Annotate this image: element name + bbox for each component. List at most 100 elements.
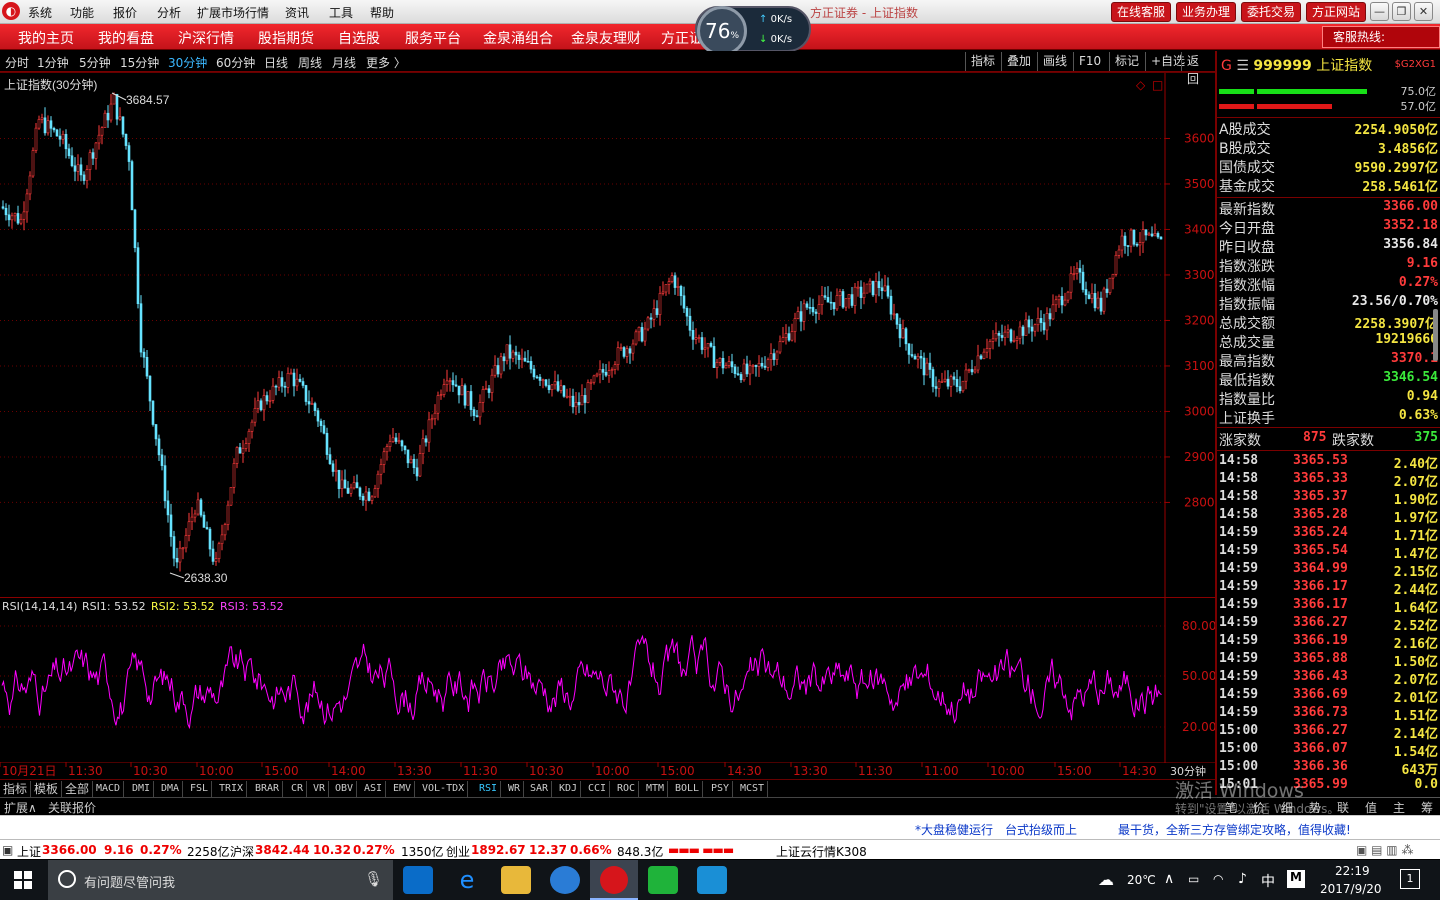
diamond-icon[interactable]: ◇ — [1136, 78, 1146, 92]
m-app-icon[interactable]: M — [1287, 870, 1305, 888]
menu-help[interactable]: 帮助 — [370, 4, 394, 21]
speed-gauge[interactable]: 76% ↑ 0K/s ↓ 0K/s — [695, 6, 811, 56]
tool-draw[interactable]: 画线 — [1037, 52, 1072, 71]
volume-icon[interactable]: ♪ — [1238, 871, 1247, 887]
business-button[interactable]: 业务办理 — [1176, 2, 1237, 22]
minimize-icon[interactable]: — — [1370, 2, 1389, 21]
period-tab-5min[interactable]: 5分钟 — [79, 54, 111, 71]
nav-futures[interactable]: 股指期货 — [258, 28, 314, 48]
tool-indicator[interactable]: 指标 — [965, 52, 1000, 71]
candlestick-chart[interactable]: 3600 3500 3400 3300 3200 3100 3000 2900 2800 上证指… — [0, 72, 1215, 598]
indicator-tab[interactable]: 全部 — [62, 781, 94, 797]
weather-icon[interactable]: ☁ — [1098, 870, 1114, 889]
clock-time[interactable]: 22:19 — [1335, 864, 1370, 878]
edge-icon[interactable]: e — [452, 866, 482, 894]
menu-function[interactable]: 功能 — [70, 4, 94, 21]
indicator-tab[interactable]: VOL-TDX — [419, 781, 469, 797]
menu-system[interactable]: 系统 — [28, 4, 52, 21]
period-tab-60min[interactable]: 60分钟 — [216, 54, 255, 71]
period-tab-30min[interactable]: 30分钟 — [168, 54, 207, 71]
menu-lines-icon[interactable]: ☰ — [1236, 58, 1249, 74]
indicator-tab[interactable]: ROC — [614, 781, 640, 797]
nav-watch[interactable]: 我的看盘 — [98, 28, 154, 48]
period-tab-week[interactable]: 周线 — [298, 54, 322, 71]
close-icon[interactable]: ✕ — [1414, 2, 1433, 21]
microphone-icon[interactable]: 🎙 — [364, 870, 383, 888]
battery-icon[interactable]: ▭ — [1188, 872, 1199, 886]
indicator-tab[interactable]: EMV — [390, 781, 416, 797]
indicator-tab[interactable]: WR — [505, 781, 525, 797]
tool-mark[interactable]: 标记 — [1109, 52, 1144, 71]
menu-news[interactable]: 资讯 — [285, 4, 309, 21]
start-icon[interactable] — [14, 871, 32, 889]
indicator-tab[interactable]: 指标 — [0, 781, 32, 797]
indicator-tab[interactable]: DMI — [129, 781, 155, 797]
folder-icon[interactable]: ▣ — [2, 843, 13, 857]
window-toggle-icon[interactable]: □ — [1152, 78, 1163, 92]
nav-services[interactable]: 服务平台 — [405, 28, 461, 48]
indicator-tab[interactable]: KDJ — [556, 781, 582, 797]
panel-tab[interactable]: 值 — [1365, 799, 1377, 816]
clock-date[interactable]: 2017/9/20 — [1320, 882, 1382, 896]
tool-back[interactable]: 返回 — [1181, 52, 1215, 86]
menu-quote[interactable]: 报价 — [113, 4, 137, 21]
indicator-tab[interactable]: OBV — [332, 781, 358, 797]
explorer-icon[interactable] — [501, 866, 531, 894]
indicator-tab[interactable]: VR — [310, 781, 330, 797]
notification-icon[interactable]: 1 — [1400, 869, 1420, 889]
w-app-icon[interactable] — [697, 866, 727, 894]
nav-market[interactable]: 沪深行情 — [178, 28, 234, 48]
indicator-tab[interactable]: MTM — [643, 781, 669, 797]
news-item-2[interactable]: 最干货，全新三方存管绑定攻略，值得收藏! — [1118, 821, 1351, 838]
trade-button[interactable]: 委托交易 — [1241, 2, 1302, 22]
menu-analysis[interactable]: 分析 — [157, 4, 181, 21]
period-tab-1min[interactable]: 1分钟 — [37, 54, 69, 71]
indicator-tab[interactable]: DMA — [158, 781, 184, 797]
indicator-tab[interactable]: SAR — [527, 781, 553, 797]
nav-watchlist[interactable]: 自选股 — [338, 28, 380, 48]
indicator-tab[interactable]: TRIX — [216, 781, 248, 797]
rsi-panel[interactable]: RSI(14,14,14) RSI1: 53.52 RSI2: 53.52 RS… — [0, 597, 1216, 763]
tool-overlay[interactable]: 叠加 — [1001, 52, 1036, 71]
tray-chevron-icon[interactable]: ∧ — [1164, 871, 1174, 887]
nav-home[interactable]: 我的主页 — [18, 28, 74, 48]
indicator-tab[interactable]: CCI — [585, 781, 611, 797]
nav-finance[interactable]: 金泉友理财 — [571, 28, 641, 48]
period-tab-15min[interactable]: 15分钟 — [120, 54, 159, 71]
restore-icon[interactable]: ❐ — [1392, 2, 1411, 21]
indicator-tab[interactable]: FSL — [187, 781, 213, 797]
wifi-icon[interactable]: ◠ — [1213, 872, 1223, 886]
store-icon[interactable] — [403, 866, 433, 894]
indicator-tab[interactable]: RSI — [476, 781, 502, 797]
nav-portfolio[interactable]: 金泉涌组合 — [483, 28, 553, 48]
active-app-slot[interactable] — [590, 860, 638, 900]
menu-ext-market[interactable]: 扩展市场行情 — [197, 4, 269, 21]
panel-scrollbar[interactable] — [1433, 309, 1438, 361]
online-service-button[interactable]: 在线客服 — [1111, 2, 1172, 22]
status-tray-icons[interactable]: ▣ ▤ ▥ ⁂ — [1356, 843, 1413, 857]
video-player-icon[interactable] — [648, 866, 678, 894]
period-tab-day[interactable]: 日线 — [264, 54, 288, 71]
tab-extension[interactable]: 扩展∧ — [4, 799, 37, 816]
panel-tab[interactable]: 主 — [1393, 799, 1405, 816]
indicator-tab[interactable]: 模板 — [31, 781, 63, 797]
indicator-tab[interactable]: MACD — [93, 781, 125, 797]
indicator-tab[interactable]: MCST — [737, 781, 769, 797]
ie-icon[interactable] — [550, 866, 580, 894]
indicator-tab[interactable]: ASI — [361, 781, 387, 797]
indicator-tab[interactable]: CR — [288, 781, 308, 797]
ime-indicator[interactable]: 中 — [1261, 871, 1275, 891]
period-tab-more[interactable]: 更多 〉 — [366, 54, 406, 71]
taskbar-search[interactable]: 有问题尽管问我 🎙 — [48, 860, 393, 900]
indicator-tab[interactable]: BOLL — [672, 781, 704, 797]
tab-related-quotes[interactable]: 关联报价 — [48, 799, 96, 816]
panel-tab[interactable]: 筹 — [1421, 799, 1433, 816]
indicator-tab[interactable]: BRAR — [252, 781, 284, 797]
tool-f10[interactable]: F10 — [1073, 52, 1106, 71]
indicator-tab[interactable]: PSY — [708, 781, 734, 797]
period-tab-timeshare[interactable]: 分时 — [5, 54, 29, 71]
news-item-1[interactable]: *大盘稳健运行 台式抬级而上 — [915, 821, 1077, 838]
website-button[interactable]: 方正网站 — [1306, 2, 1367, 22]
menu-tools[interactable]: 工具 — [329, 4, 353, 21]
period-tab-month[interactable]: 月线 — [332, 54, 356, 71]
